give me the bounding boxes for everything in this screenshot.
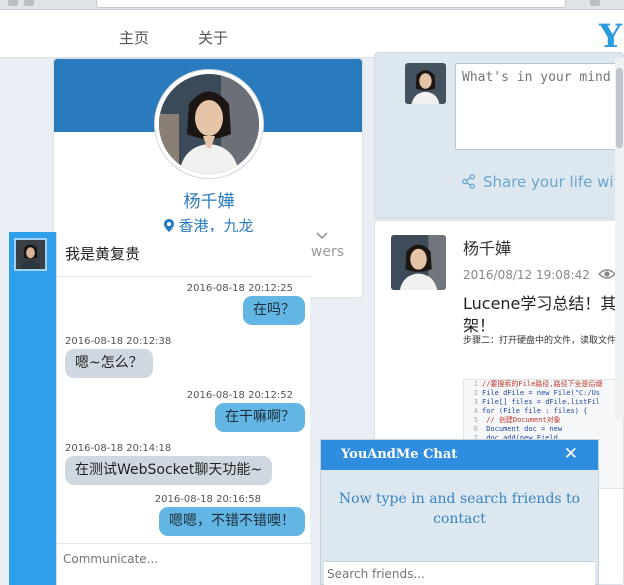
code-line-number: 1 bbox=[473, 380, 478, 388]
chat-window: 我是黄复贵 2016-08-18 20:12:25 在吗？ 2016-08-18… bbox=[56, 232, 311, 585]
avatar-photo bbox=[391, 235, 446, 290]
code-line: 1 //要搜索的File路径,路径下全是后缀 bbox=[464, 380, 623, 389]
profile-avatar[interactable] bbox=[155, 70, 263, 178]
widget-title: YouAndMe Chat bbox=[341, 447, 458, 462]
browser-menu-button[interactable] bbox=[590, 0, 600, 6]
top-navbar: 主页 关于 Y bbox=[0, 10, 624, 58]
code-line: 4 for (File file : files) { bbox=[464, 407, 623, 416]
chat-message-input[interactable] bbox=[57, 543, 311, 585]
message-timestamp: 2016-08-18 20:12:52 bbox=[186, 390, 293, 401]
code-line-number: 4 bbox=[473, 407, 478, 415]
post-caption: 步骤二：打开硬盘中的文件，读取文件中的内容 bbox=[463, 336, 624, 346]
code-line: 3 File[] files = dFile.listFil bbox=[464, 398, 623, 407]
post-timestamp: 2016/08/12 19:08:42 bbox=[463, 268, 590, 282]
forward-button[interactable] bbox=[24, 0, 34, 6]
chat-contact-name: 我是黄复贵 bbox=[65, 245, 141, 263]
code-line-number: 6 bbox=[473, 425, 478, 433]
post-title[interactable]: Lucene学习总结！其架！ bbox=[463, 293, 623, 337]
close-icon[interactable]: ✕ bbox=[564, 445, 578, 463]
search-friends-input[interactable] bbox=[324, 561, 595, 585]
widget-header: YouAndMe Chat ✕ bbox=[321, 440, 598, 470]
share-button[interactable]: Share your life wit bbox=[461, 173, 624, 191]
code-line: 6 Document doc = new bbox=[464, 425, 623, 434]
chat-messages: 2016-08-18 20:12:25 在吗？ 2016-08-18 20:12… bbox=[57, 278, 311, 538]
code-line-text: Document doc = new bbox=[482, 425, 563, 433]
widget-hint: Now type in and search friends to contac… bbox=[338, 491, 581, 527]
chevron-down-icon[interactable] bbox=[316, 232, 328, 240]
chat-contact-avatar[interactable] bbox=[14, 238, 47, 271]
scrollbar-thumb[interactable] bbox=[616, 68, 623, 148]
browser-toolbar bbox=[0, 0, 624, 10]
code-line-number: 5 bbox=[473, 416, 478, 424]
code-line-text: File[] files = dFile.listFil bbox=[482, 398, 601, 406]
back-button[interactable] bbox=[8, 0, 18, 6]
post-author-avatar[interactable] bbox=[391, 235, 446, 290]
message-bubble-incoming: 在测试WebSocket聊天功能~ bbox=[65, 456, 273, 485]
post-input[interactable] bbox=[455, 63, 624, 150]
message-bubble-incoming: 嗯~怎么？ bbox=[65, 349, 153, 378]
post-author-name[interactable]: 杨千嬅 bbox=[463, 235, 511, 259]
followers-label[interactable]: wers bbox=[311, 244, 344, 260]
friend-search-widget: YouAndMe Chat ✕ Now type in and search f… bbox=[320, 439, 599, 585]
chat-header: 我是黄复贵 bbox=[57, 232, 311, 277]
share-label: Share your life wit bbox=[483, 173, 620, 191]
post-composer: Share your life wit bbox=[374, 52, 624, 219]
code-line-number: 3 bbox=[473, 398, 478, 406]
address-bar[interactable] bbox=[96, 0, 566, 8]
share-icon bbox=[462, 174, 475, 189]
code-line-text: for (File file : files) { bbox=[482, 407, 588, 415]
message-timestamp: 2016-08-18 20:12:38 bbox=[65, 336, 172, 347]
post-meta: 2016/08/12 19:08:42 浏 bbox=[463, 266, 623, 283]
chat-contacts-strip bbox=[9, 232, 56, 585]
avatar-photo bbox=[159, 74, 259, 174]
map-pin-icon bbox=[164, 219, 175, 232]
message-timestamp: 2016-08-18 20:12:25 bbox=[186, 283, 293, 294]
avatar-photo bbox=[16, 240, 45, 269]
message-timestamp: 2016-08-18 20:16:58 bbox=[154, 494, 261, 505]
message-bubble-outgoing: 在吗？ bbox=[243, 296, 305, 325]
code-line-text: File dFile = new File("C:/Us bbox=[482, 389, 601, 397]
code-line-number: 2 bbox=[473, 389, 478, 397]
composer-avatar bbox=[405, 63, 446, 104]
nav-link-home[interactable]: 主页 bbox=[119, 27, 149, 48]
nav-link-about[interactable]: 关于 bbox=[198, 27, 228, 48]
avatar-photo bbox=[405, 63, 446, 104]
code-line-text: // 创建Document对象 bbox=[482, 416, 561, 424]
eye-icon bbox=[597, 269, 616, 279]
code-line: 2 File dFile = new File("C:/Us bbox=[464, 389, 623, 398]
message-bubble-outgoing: 嗯嗯，不错不错噢！ bbox=[159, 507, 305, 536]
page-scrollbar[interactable] bbox=[615, 58, 624, 418]
brand-logo[interactable]: Y bbox=[599, 17, 622, 55]
profile-name[interactable]: 杨千嬅 bbox=[54, 187, 362, 212]
code-line: 5 // 创建Document对象 bbox=[464, 416, 623, 425]
code-line-text: //要搜索的File路径,路径下全是后缀 bbox=[482, 380, 603, 388]
message-timestamp: 2016-08-18 20:14:18 bbox=[65, 443, 172, 454]
message-bubble-outgoing: 在干嘛啊？ bbox=[215, 403, 305, 432]
